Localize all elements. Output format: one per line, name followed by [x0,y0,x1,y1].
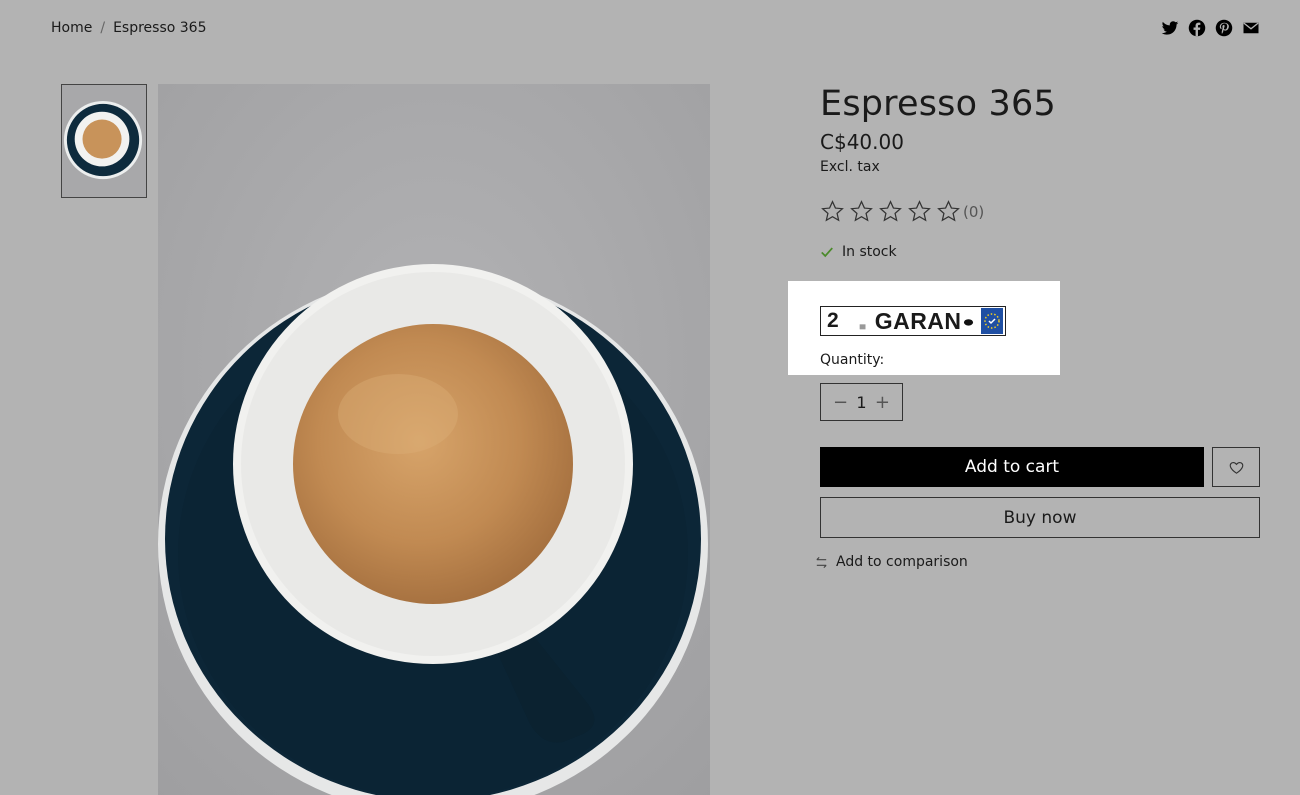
coffee-bean-icon [963,316,974,327]
product-title: Espresso 365 [820,84,1056,124]
product-thumbnail[interactable] [61,84,147,198]
breadcrumb-home[interactable]: Home [51,20,92,36]
stock-status: In stock [820,244,1260,260]
check-icon [821,247,833,258]
pinterest-icon[interactable] [1215,19,1233,37]
add-to-comparison-link[interactable]: Add to comparison [814,554,968,570]
minus-icon[interactable]: − [833,392,848,413]
quantity-label: Quantity: [820,352,885,368]
share-links [1161,19,1260,37]
stock-label: In stock [842,244,897,260]
facebook-icon[interactable] [1188,19,1206,37]
breadcrumb: Home / Espresso 365 [51,20,206,36]
guarantee-badge[interactable]: 2 GARAN [820,306,1006,336]
twitter-icon[interactable] [1161,19,1179,37]
badge-number: 2 [827,309,839,332]
eu-seal-icon [981,308,1003,334]
espresso-cup-image [158,84,710,795]
star-icon [850,200,873,222]
star-icon [908,200,931,222]
compare-label: Add to comparison [836,554,968,570]
wishlist-button[interactable] [1212,447,1260,487]
product-price: C$40.00 [820,130,904,154]
heart-icon [1229,461,1243,474]
breadcrumb-separator: / [100,20,106,36]
star-icon [937,200,960,222]
espresso-thumbnail-image [62,85,146,197]
tax-note: Excl. tax [820,159,880,175]
rating-count: (0) [963,202,985,221]
badge-word: GARAN [874,307,962,334]
compare-arrows-icon [816,556,827,568]
rating[interactable]: (0) [820,199,1260,224]
star-icon [821,200,844,222]
mail-icon[interactable] [1242,19,1260,37]
star-icon [879,200,902,222]
plus-icon[interactable]: + [875,392,890,413]
product-info: Espresso 365 C$40.00 Excl. tax (0) In st… [820,84,1260,260]
cup-icon [853,311,873,331]
buy-now-button[interactable]: Buy now [820,497,1260,538]
breadcrumb-current: Espresso 365 [113,20,207,36]
add-to-cart-button[interactable]: Add to cart [820,447,1204,487]
product-main-image[interactable] [158,84,710,795]
quantity-value[interactable]: 1 [856,393,866,412]
quantity-stepper[interactable]: − 1 + [820,383,903,421]
